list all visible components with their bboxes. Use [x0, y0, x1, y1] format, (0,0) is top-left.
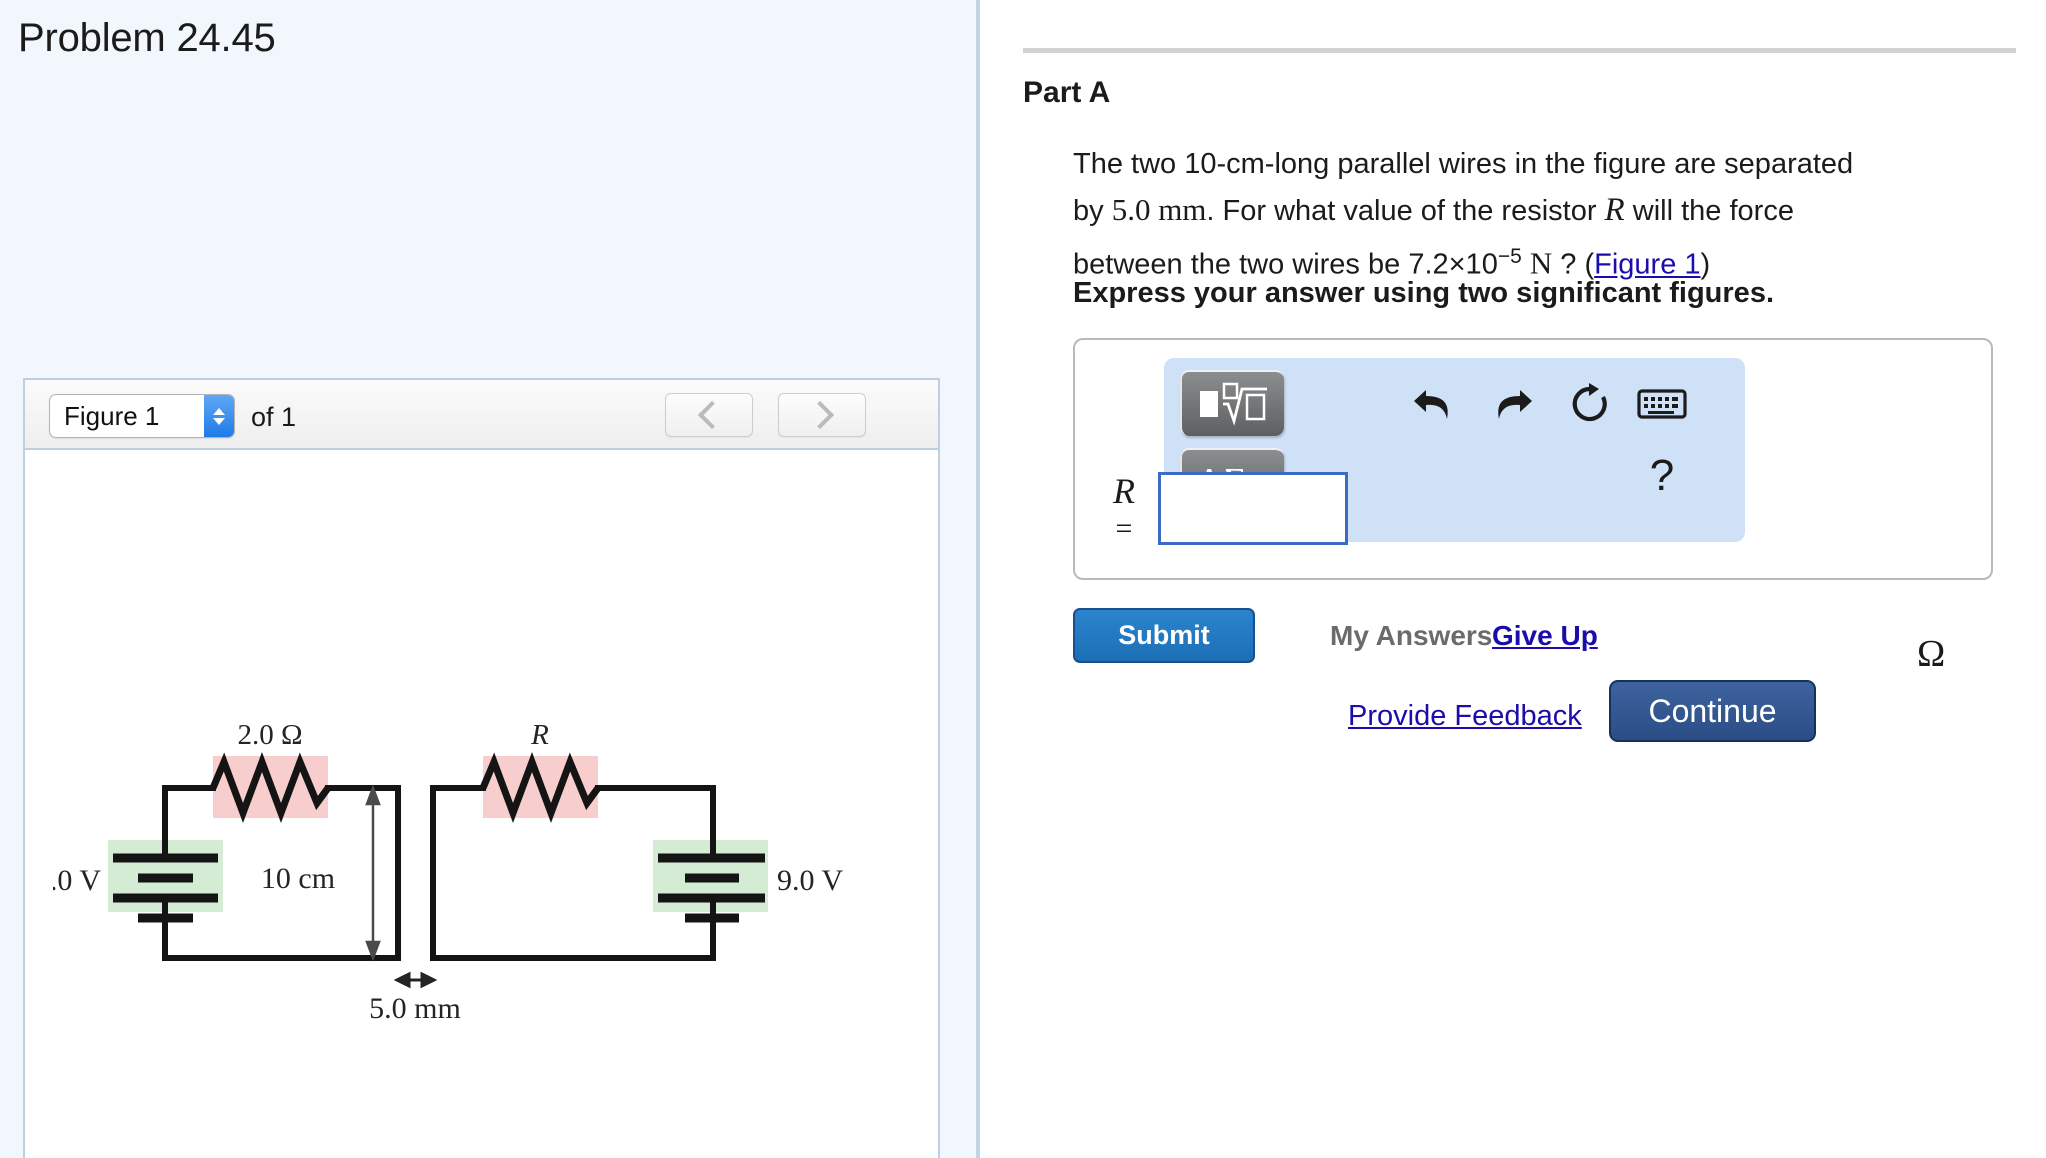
give-up-link[interactable]: Give Up — [1492, 620, 1598, 652]
question-force-unit: N — [1529, 245, 1553, 281]
question-line-2-b: . For what value of the resistor — [1206, 195, 1605, 227]
continue-button[interactable]: Continue — [1609, 680, 1816, 742]
battery-label-left: 9.0 V — [53, 864, 101, 897]
answer-input[interactable] — [1158, 472, 1348, 545]
resistor-label-right: R — [530, 719, 549, 751]
question-line-2-c: will the force — [1624, 195, 1794, 227]
dimension-label-vertical: 10 cm — [261, 862, 335, 895]
provide-feedback-link[interactable]: Provide Feedback — [1348, 700, 1582, 733]
undo-icon[interactable] — [1406, 376, 1462, 432]
figure-viewer: Figure 1 of 1 2.0 Ω R 0 V 9.0 V 10 cm 5.… — [23, 378, 940, 1158]
figure-prev-button[interactable] — [665, 393, 753, 437]
chevron-right-icon — [805, 400, 834, 430]
answer-variable-label: R — [1113, 471, 1135, 511]
figure-count-label: of 1 — [251, 402, 297, 432]
redo-icon[interactable] — [1484, 376, 1540, 432]
figure-select[interactable]: Figure 1 — [49, 394, 235, 438]
stepper-down-icon — [213, 417, 225, 425]
part-heading: Part A — [1023, 76, 1111, 109]
sqrt-glyph-icon — [1200, 382, 1267, 426]
reset-icon[interactable] — [1562, 376, 1618, 432]
page-title: Problem 24.45 — [18, 16, 276, 60]
question-force-value: 7.2×10 — [1408, 248, 1498, 281]
battery-label-right: 9.0 V — [777, 864, 843, 897]
keyboard-glyph-icon — [1637, 389, 1687, 419]
question-line-3-c: ) — [1700, 248, 1711, 281]
undo-glyph-icon — [1414, 390, 1448, 419]
submit-button[interactable]: Submit — [1073, 608, 1255, 663]
my-answers-label[interactable]: My Answers — [1330, 620, 1492, 652]
figure-1-link[interactable]: Figure 1 — [1594, 249, 1700, 281]
help-button[interactable]: ? — [1634, 448, 1690, 504]
reset-glyph-icon — [1572, 383, 1607, 422]
chevron-left-icon — [697, 400, 726, 430]
figure-next-button[interactable] — [778, 393, 866, 437]
resistor-label-left: 2.0 Ω — [237, 719, 302, 751]
dimension-arrow-vertical — [365, 784, 381, 962]
question-separation-value: 5.0 mm — [1111, 192, 1207, 227]
answer-container: ΑΣφ — [1073, 338, 1993, 580]
dimension-arrow-horizontal — [393, 971, 438, 989]
left-panel: Problem 24.45 Figure 1 of 1 2.0 Ω R 0 V … — [0, 0, 976, 1158]
instruction-text: Express your answer using two significan… — [1073, 277, 1774, 309]
redo-glyph-icon — [1498, 390, 1532, 419]
stepper-up-icon — [213, 407, 225, 415]
question-line-2-a: by — [1073, 195, 1112, 227]
question-resistor-var: R — [1604, 192, 1625, 228]
answer-unit-label: Ω — [1917, 633, 1946, 675]
question-line-1: The two 10-cm-long parallel wires in the… — [1073, 142, 1978, 187]
question-line-3-a: between the two wires be — [1073, 248, 1409, 281]
right-panel: Part A The two 10-cm-long parallel wires… — [980, 0, 2046, 1158]
section-divider — [1023, 48, 2016, 53]
circuit-diagram: 2.0 Ω R 9.0 V 9.0 V 10 cm 5.0 mm — [53, 719, 843, 1025]
question-text: The two 10-cm-long parallel wires in the… — [1073, 142, 1978, 288]
figure-body: 2.0 Ω R 9.0 V 9.0 V 10 cm 5.0 mm — [25, 450, 938, 1158]
figure-select-value: Figure 1 — [64, 400, 160, 431]
figure-toolbar: Figure 1 of 1 — [25, 380, 938, 450]
math-template-sqrt-icon[interactable] — [1180, 370, 1284, 436]
question-line-2: by 5.0 mm. For what value of the resisto… — [1073, 187, 1978, 234]
question-line-3-b: ? ( — [1552, 248, 1595, 281]
keyboard-icon[interactable] — [1634, 376, 1690, 432]
question-line-1-text: The two 10-cm-long parallel wires in the… — [1073, 148, 1854, 180]
question-force-exponent: −5 — [1497, 245, 1522, 268]
figure-select-stepper-icon[interactable] — [204, 395, 234, 437]
dimension-label-horizontal: 5.0 mm — [369, 992, 461, 1025]
problem-page: Problem 24.45 Figure 1 of 1 2.0 Ω R 0 V … — [0, 0, 2046, 1158]
answer-equals-sign: = — [1115, 512, 1133, 545]
